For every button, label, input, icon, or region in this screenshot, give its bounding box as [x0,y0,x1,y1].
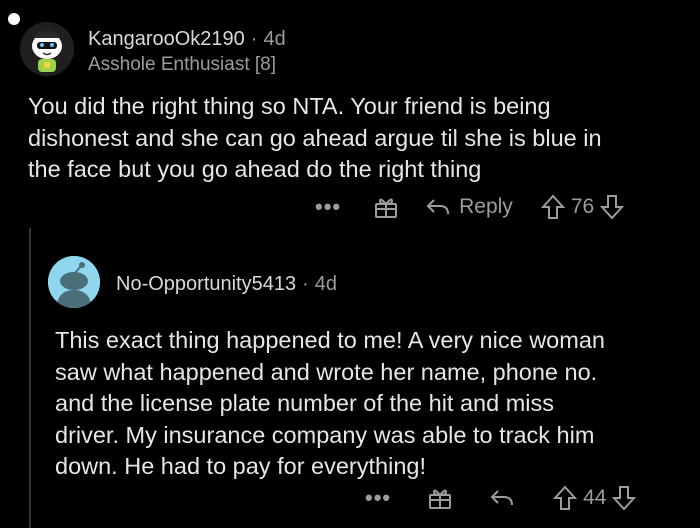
separator: · [250,28,258,50]
reply-button[interactable] [489,486,515,510]
avatar[interactable] [20,22,74,76]
upvote-button[interactable] [553,485,578,511]
downvote-button[interactable] [612,485,637,511]
avatar[interactable] [48,256,100,308]
comment-body: You did the right thing so NTA. Your fri… [28,93,602,182]
reply-icon [490,490,514,506]
comment-username-line: KangarooOk2190 · 4d [88,28,286,51]
downvote-button[interactable] [600,194,625,220]
downvote-icon [612,486,637,511]
downvote-icon [600,195,625,220]
separator: · [302,273,309,295]
more-options-button[interactable]: ••• [315,194,341,220]
award-icon [429,489,452,509]
reply-button[interactable]: Reply [425,195,513,219]
comment-age: 4d [314,273,338,295]
comment-username-line: No-Opportunity5413 · 4d [116,273,337,296]
upvote-icon [540,194,565,219]
username[interactable]: KangarooOk2190 [88,28,245,50]
comment-body: This exact thing happened to me! A very … [55,327,605,479]
comment-actions: ••• Reply 76 [315,192,625,222]
award-button[interactable] [427,485,453,511]
online-status-dot [8,13,20,25]
upvote-icon [553,485,578,510]
vote-score: 44 [583,486,607,509]
comment-actions: ••• 44 [365,483,637,513]
user-flair: Asshole Enthusiast [8] [88,54,276,75]
username[interactable]: No-Opportunity5413 [116,273,296,295]
comment-age: 4d [263,28,286,50]
award-button[interactable] [373,194,399,220]
thread-line [29,228,31,528]
reply-label: Reply [459,195,513,218]
more-options-button[interactable]: ••• [365,485,391,511]
upvote-button[interactable] [540,194,565,220]
vote-score: 76 [570,195,595,218]
reply-icon [426,199,450,215]
award-icon [375,198,398,218]
